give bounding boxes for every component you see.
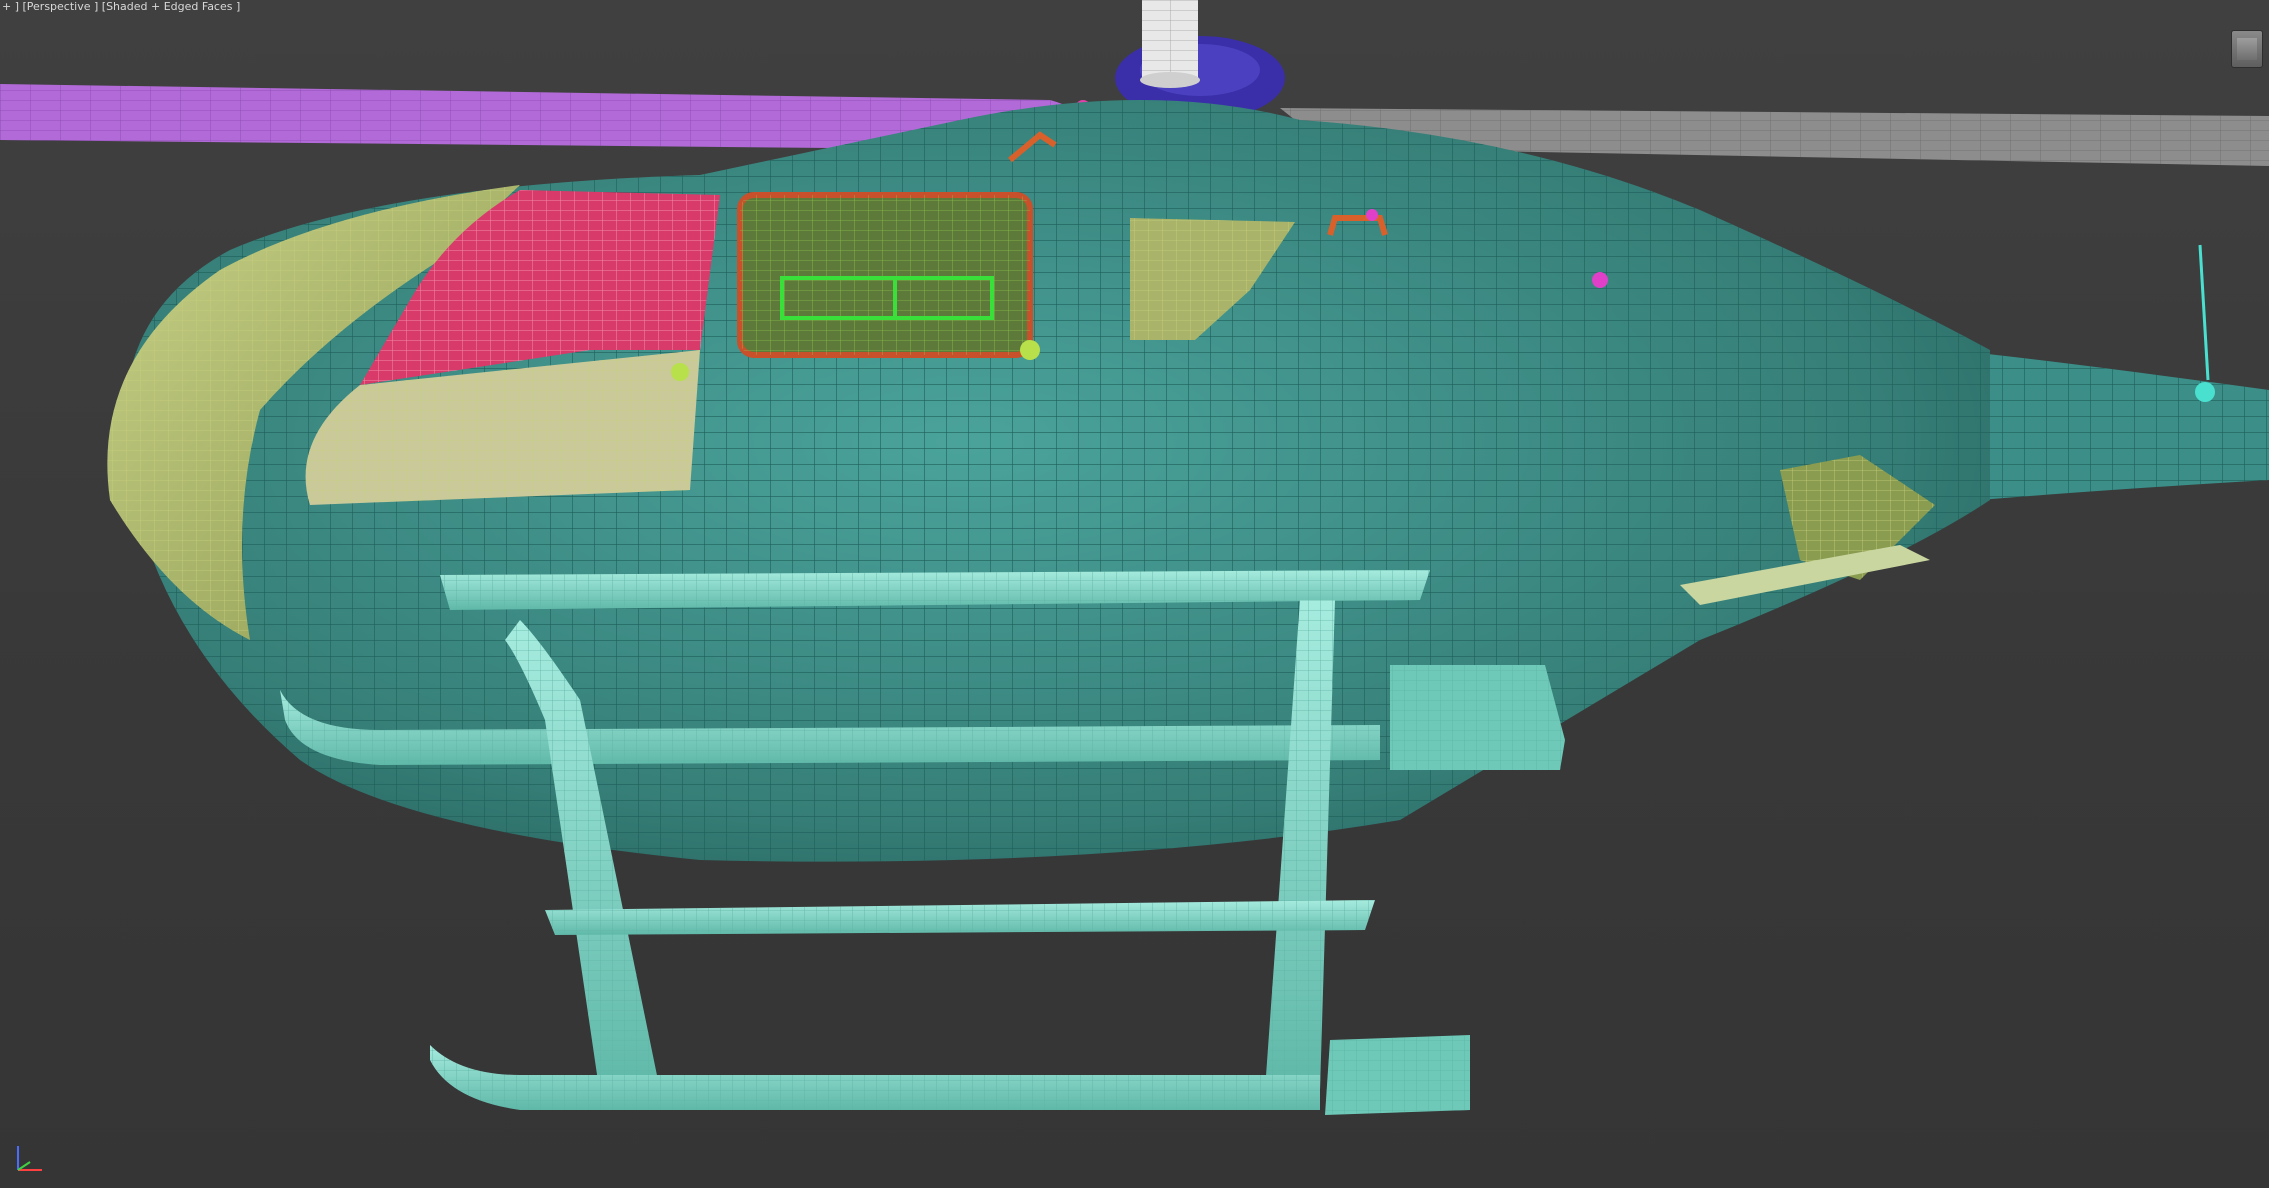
perspective-viewport[interactable]: + ] [Perspective ] [Shaded + Edged Faces… bbox=[0, 0, 2269, 1188]
tail-boom bbox=[1950, 244, 2269, 500]
helicopter-model[interactable] bbox=[0, 0, 2269, 1188]
rear-step-box bbox=[1390, 665, 1565, 770]
axis-tripod-icon bbox=[17, 1146, 42, 1171]
cabin-door-window bbox=[737, 192, 1033, 358]
step-rail-lower bbox=[545, 900, 1375, 935]
viewcube-icon[interactable] bbox=[2231, 30, 2263, 68]
viewport-label[interactable]: + ] [Perspective ] [Shaded + Edged Faces… bbox=[2, 0, 240, 13]
